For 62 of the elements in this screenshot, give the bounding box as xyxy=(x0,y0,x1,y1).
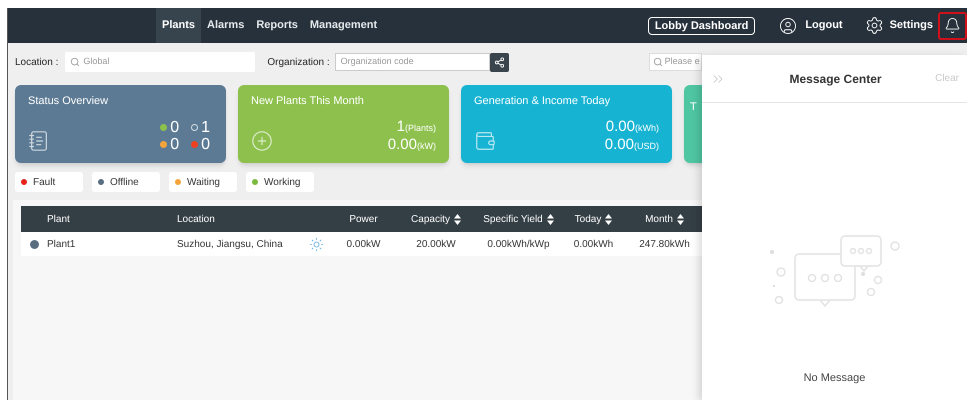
legend-label: Working xyxy=(264,176,300,190)
table-cell: 0.00kW xyxy=(346,238,380,250)
nav-tab[interactable]: Reports xyxy=(250,8,304,43)
card-unit: (USD) xyxy=(634,140,659,153)
card-unit: (Plants) xyxy=(404,122,436,135)
card-value: 0.00 xyxy=(606,118,635,135)
column-header: Plant xyxy=(47,212,70,226)
nav-tab[interactable]: Management xyxy=(304,8,384,43)
logout-link[interactable]: Logout xyxy=(805,17,843,34)
table-row[interactable]: Plant1 Suzhou, Jiangsu, China 0.00kW 20.00kW 0.00kWh/kWp 0.00kWh 247.80kWh xyxy=(21,232,703,256)
empty-message: No Message xyxy=(804,370,866,386)
notepad-icon xyxy=(28,130,50,152)
status-count: 0 xyxy=(201,136,210,153)
table-cell: 20.00kW xyxy=(416,238,456,250)
legend-label: Fault xyxy=(33,176,56,190)
table-cell: 0.00kWh xyxy=(574,238,614,250)
nav-tab[interactable]: Plants xyxy=(156,8,202,43)
column-header: Location xyxy=(177,212,215,226)
user-icon[interactable] xyxy=(779,16,798,34)
settings-link[interactable]: Settings xyxy=(890,17,933,34)
column-header[interactable]: Month xyxy=(645,212,684,226)
legend-label: Offline xyxy=(110,176,139,190)
card-title: Status Overview xyxy=(28,94,110,108)
settings-icon[interactable] xyxy=(864,16,884,35)
card-unit: (kW) xyxy=(417,140,436,153)
bell-icon xyxy=(944,17,961,34)
share-icon xyxy=(494,56,505,68)
sort-icon[interactable] xyxy=(605,214,612,224)
card-title: T xyxy=(690,101,697,113)
sort-icon[interactable] xyxy=(676,214,684,224)
sort-icon[interactable] xyxy=(546,214,554,224)
share-button[interactable] xyxy=(490,52,509,72)
card-value: 1 xyxy=(396,118,405,135)
status-count: 0 xyxy=(170,136,180,153)
column-header[interactable]: Capacity xyxy=(411,212,461,226)
sort-icon[interactable] xyxy=(454,214,461,224)
column-header[interactable]: Specific Yield xyxy=(483,212,554,226)
table-cell: Suzhou, Jiangsu, China xyxy=(177,238,283,250)
table-cell: 0.00kWh/kWp xyxy=(487,238,550,250)
notification-button[interactable] xyxy=(938,12,967,40)
card-unit: (kWh) xyxy=(635,122,659,135)
search-icon xyxy=(652,57,663,67)
sun-icon xyxy=(308,236,324,252)
wallet-icon xyxy=(474,130,496,152)
card-title: New Plants This Month xyxy=(251,94,365,108)
status-count: 0 xyxy=(170,119,180,136)
table-cell: Plant1 xyxy=(47,238,76,250)
card-value: 0.00 xyxy=(604,136,634,152)
column-header: Power xyxy=(349,212,378,226)
organization-label: Organization : xyxy=(267,56,330,70)
column-header[interactable]: Today xyxy=(574,212,612,226)
plus-circle-icon xyxy=(251,130,273,152)
table-cell: 247.80kWh xyxy=(639,238,690,250)
card-value: 0.00 xyxy=(388,136,417,152)
status-count: 1 xyxy=(201,119,210,136)
card-title: Generation & Income Today xyxy=(474,94,612,108)
lobby-dashboard-button[interactable]: Lobby Dashboard xyxy=(648,16,756,34)
nav-tab[interactable]: Alarms xyxy=(201,8,250,43)
panel-title: Message Center xyxy=(788,70,883,88)
location-label: Location : xyxy=(15,56,58,70)
search-icon xyxy=(70,57,80,67)
legend-label: Waiting xyxy=(187,176,220,190)
